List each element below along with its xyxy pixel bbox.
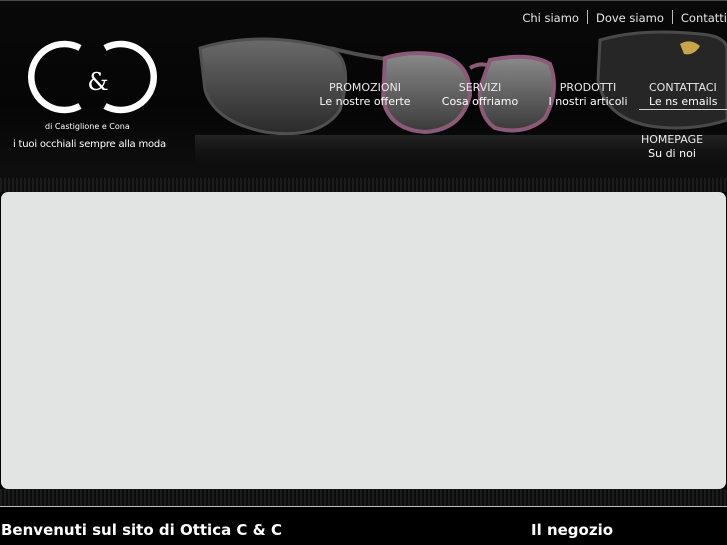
welcome-heading: Benvenuti sul sito di Ottica C & C (1, 521, 282, 539)
divider-stripe-top (0, 178, 727, 192)
nav-homepage[interactable]: HOMEPAGE Su di noi (635, 133, 709, 161)
nav-title: CONTATTACI (649, 81, 717, 94)
nav-contattaci[interactable]: CONTATTACI Le ns emails (649, 81, 727, 109)
nav-subtitle: Le ns emails (649, 95, 718, 108)
nav-subtitle: Le nostre offerte (319, 95, 411, 108)
nav-subtitle: I nostri articoli (548, 95, 628, 108)
nav-subtitle: Su di noi (648, 147, 696, 160)
nav-title: PRODOTTI (559, 81, 617, 94)
logo-tagline: i tuoi occhiali sempre alla moda (13, 139, 166, 150)
top-link-dove-siamo[interactable]: Dove siamo (596, 11, 664, 25)
top-link-separator (671, 10, 673, 24)
top-links: Chi siamo Dove siamo Contatti (522, 10, 727, 25)
header: Chi siamo Dove siamo Contatti & di Castigl… (0, 0, 727, 178)
logo-image: & (28, 40, 157, 114)
nav-subtitle: Cosa offriamo (441, 95, 519, 108)
logo-ampersand: & (87, 68, 108, 96)
top-link-contatti[interactable]: Contatti (681, 11, 727, 25)
content-panel (1, 192, 726, 489)
nav-servizi[interactable]: SERVIZI Cosa offriamo (437, 81, 523, 109)
logo[interactable]: & di Castiglione e Cona i tuoi occhiali … (10, 38, 190, 158)
nav-active-underline (639, 109, 727, 110)
nav-title: PROMOZIONI (329, 81, 401, 94)
divider-stripe-bottom (0, 489, 727, 506)
nav-title: HOMEPAGE (640, 133, 704, 146)
divider-rule (0, 506, 727, 507)
nav-title: SERVIZI (458, 81, 502, 94)
nav-prodotti[interactable]: PRODOTTI I nostri articoli (542, 81, 634, 109)
top-link-chi-siamo[interactable]: Chi siamo (522, 11, 579, 25)
nav-promozioni[interactable]: PROMOZIONI Le nostre offerte (313, 81, 417, 109)
logo-tagline-small: di Castiglione e Cona (45, 122, 130, 131)
top-link-separator (586, 10, 588, 24)
shop-heading: Il negozio (531, 521, 614, 539)
